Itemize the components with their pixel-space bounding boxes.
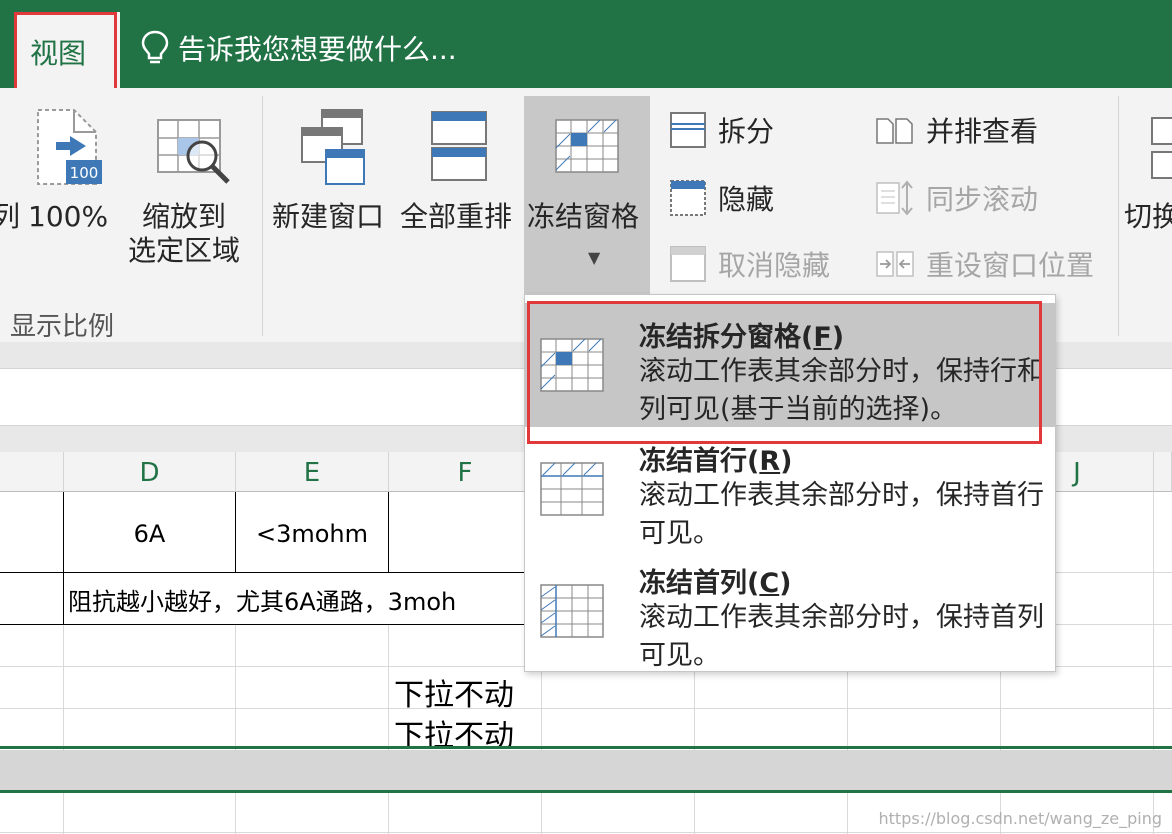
freeze-panes-icon bbox=[555, 119, 619, 173]
sync-scroll-label: 同步滚动 bbox=[926, 183, 1039, 216]
grid-line bbox=[0, 708, 1172, 709]
freeze-pane-line bbox=[0, 746, 1172, 749]
menu-item-title: 冻结首行(R) bbox=[639, 446, 793, 477]
cell-f4[interactable]: 下拉不动 bbox=[394, 670, 514, 714]
reset-position-icon bbox=[876, 251, 914, 277]
cell-d2[interactable]: 阻抗越小越好，尤其6A通路，3moh bbox=[68, 582, 456, 617]
grid-line bbox=[0, 832, 1172, 833]
column-header-k[interactable] bbox=[1154, 452, 1172, 492]
sync-scroll-button[interactable]: 同步滚动 bbox=[876, 176, 1038, 220]
menu-item-description: 滚动工作表其余部分时，保持首行可见。 bbox=[639, 480, 1044, 549]
switch-windows-button[interactable]: 切换 bbox=[1124, 200, 1172, 234]
menu-item-description: 滚动工作表其余部分时，保持首列可见。 bbox=[639, 602, 1044, 671]
watermark: https://blog.csdn.net/wang_ze_ping bbox=[878, 809, 1162, 828]
zoom-to-selection-button[interactable]: 缩放到 选定区域 bbox=[128, 200, 240, 268]
cell-e1[interactable]: <3mohm bbox=[236, 520, 388, 548]
switch-windows-icon bbox=[1151, 117, 1172, 179]
side-by-side-label: 并排查看 bbox=[926, 115, 1039, 148]
arrange-all-button[interactable]: 全部重排 bbox=[400, 200, 512, 234]
selected-row[interactable] bbox=[0, 750, 1172, 790]
zoom-group-label: 显示比例 bbox=[10, 312, 115, 342]
column-header-e[interactable]: E bbox=[236, 452, 389, 492]
sync-scroll-icon bbox=[876, 180, 913, 216]
zoom-100-icon: 100 bbox=[37, 109, 102, 185]
menu-item-highlight bbox=[527, 301, 1042, 444]
split-label: 拆分 bbox=[718, 115, 775, 148]
title-tab-bar: 视图 告诉我您想要做什么... bbox=[0, 0, 1172, 89]
split-button[interactable]: 拆分 bbox=[670, 108, 774, 152]
zoom-to-selection-icon bbox=[157, 119, 230, 184]
unhide-label: 取消隐藏 bbox=[718, 249, 831, 282]
tell-me-text: 告诉我您想要做什么... bbox=[178, 33, 457, 66]
column-header-d[interactable]: D bbox=[64, 452, 236, 492]
side-by-side-icon bbox=[876, 118, 913, 144]
hide-button[interactable]: 隐藏 bbox=[670, 176, 774, 220]
cell-border bbox=[0, 572, 542, 573]
column-header-f[interactable]: F bbox=[389, 452, 542, 492]
column-header-blank[interactable] bbox=[0, 452, 64, 492]
hide-label: 隐藏 bbox=[718, 183, 775, 216]
arrange-all-icon bbox=[431, 111, 487, 181]
menu-item-freeze-first-column[interactable]: 冻结首列(C) 滚动工作表其余部分时，保持首列可见。 bbox=[525, 549, 1055, 673]
new-window-button[interactable]: 新建窗口 bbox=[272, 200, 384, 234]
view-side-by-side-button[interactable]: 并排查看 bbox=[876, 108, 1038, 152]
hide-window-icon bbox=[670, 180, 706, 216]
ribbon-separator bbox=[262, 96, 263, 336]
menu-item-freeze-top-row[interactable]: 冻结首行(R) 滚动工作表其余部分时，保持首行可见。 bbox=[525, 427, 1055, 551]
zoom-to-selection-line1: 缩放到 bbox=[142, 200, 227, 233]
cell-border bbox=[388, 492, 389, 572]
freeze-pane-line bbox=[0, 790, 1172, 793]
tell-me-search[interactable]: 告诉我您想要做什么... bbox=[140, 28, 457, 68]
cell-border bbox=[63, 572, 64, 624]
ribbon-cut-label[interactable]: 列 bbox=[0, 200, 20, 234]
svg-text:100: 100 bbox=[70, 164, 99, 182]
reset-window-position-button[interactable]: 重设窗口位置 bbox=[876, 242, 1094, 286]
reset-position-label: 重设窗口位置 bbox=[926, 249, 1095, 282]
grid-line bbox=[235, 624, 236, 834]
zoom-100-button[interactable]: 100% bbox=[28, 200, 108, 234]
unhide-button[interactable]: 取消隐藏 bbox=[670, 242, 830, 286]
lightbulb-icon bbox=[141, 30, 169, 64]
ribbon-separator bbox=[1118, 96, 1119, 336]
cell-d1[interactable]: 6A bbox=[64, 520, 235, 548]
unhide-window-icon bbox=[670, 246, 706, 282]
split-icon bbox=[670, 112, 706, 148]
grid-line bbox=[388, 624, 389, 834]
freeze-top-row-icon bbox=[540, 462, 604, 516]
chevron-down-icon: ▼ bbox=[588, 248, 601, 267]
new-window-icon bbox=[301, 109, 365, 185]
menu-item-title: 冻结首列(C) bbox=[639, 568, 792, 599]
cell-border bbox=[0, 624, 542, 625]
freeze-first-column-icon bbox=[540, 584, 604, 638]
freeze-panes-label: 冻结窗格 bbox=[527, 200, 640, 233]
zoom-to-selection-line2: 选定区域 bbox=[128, 234, 241, 267]
